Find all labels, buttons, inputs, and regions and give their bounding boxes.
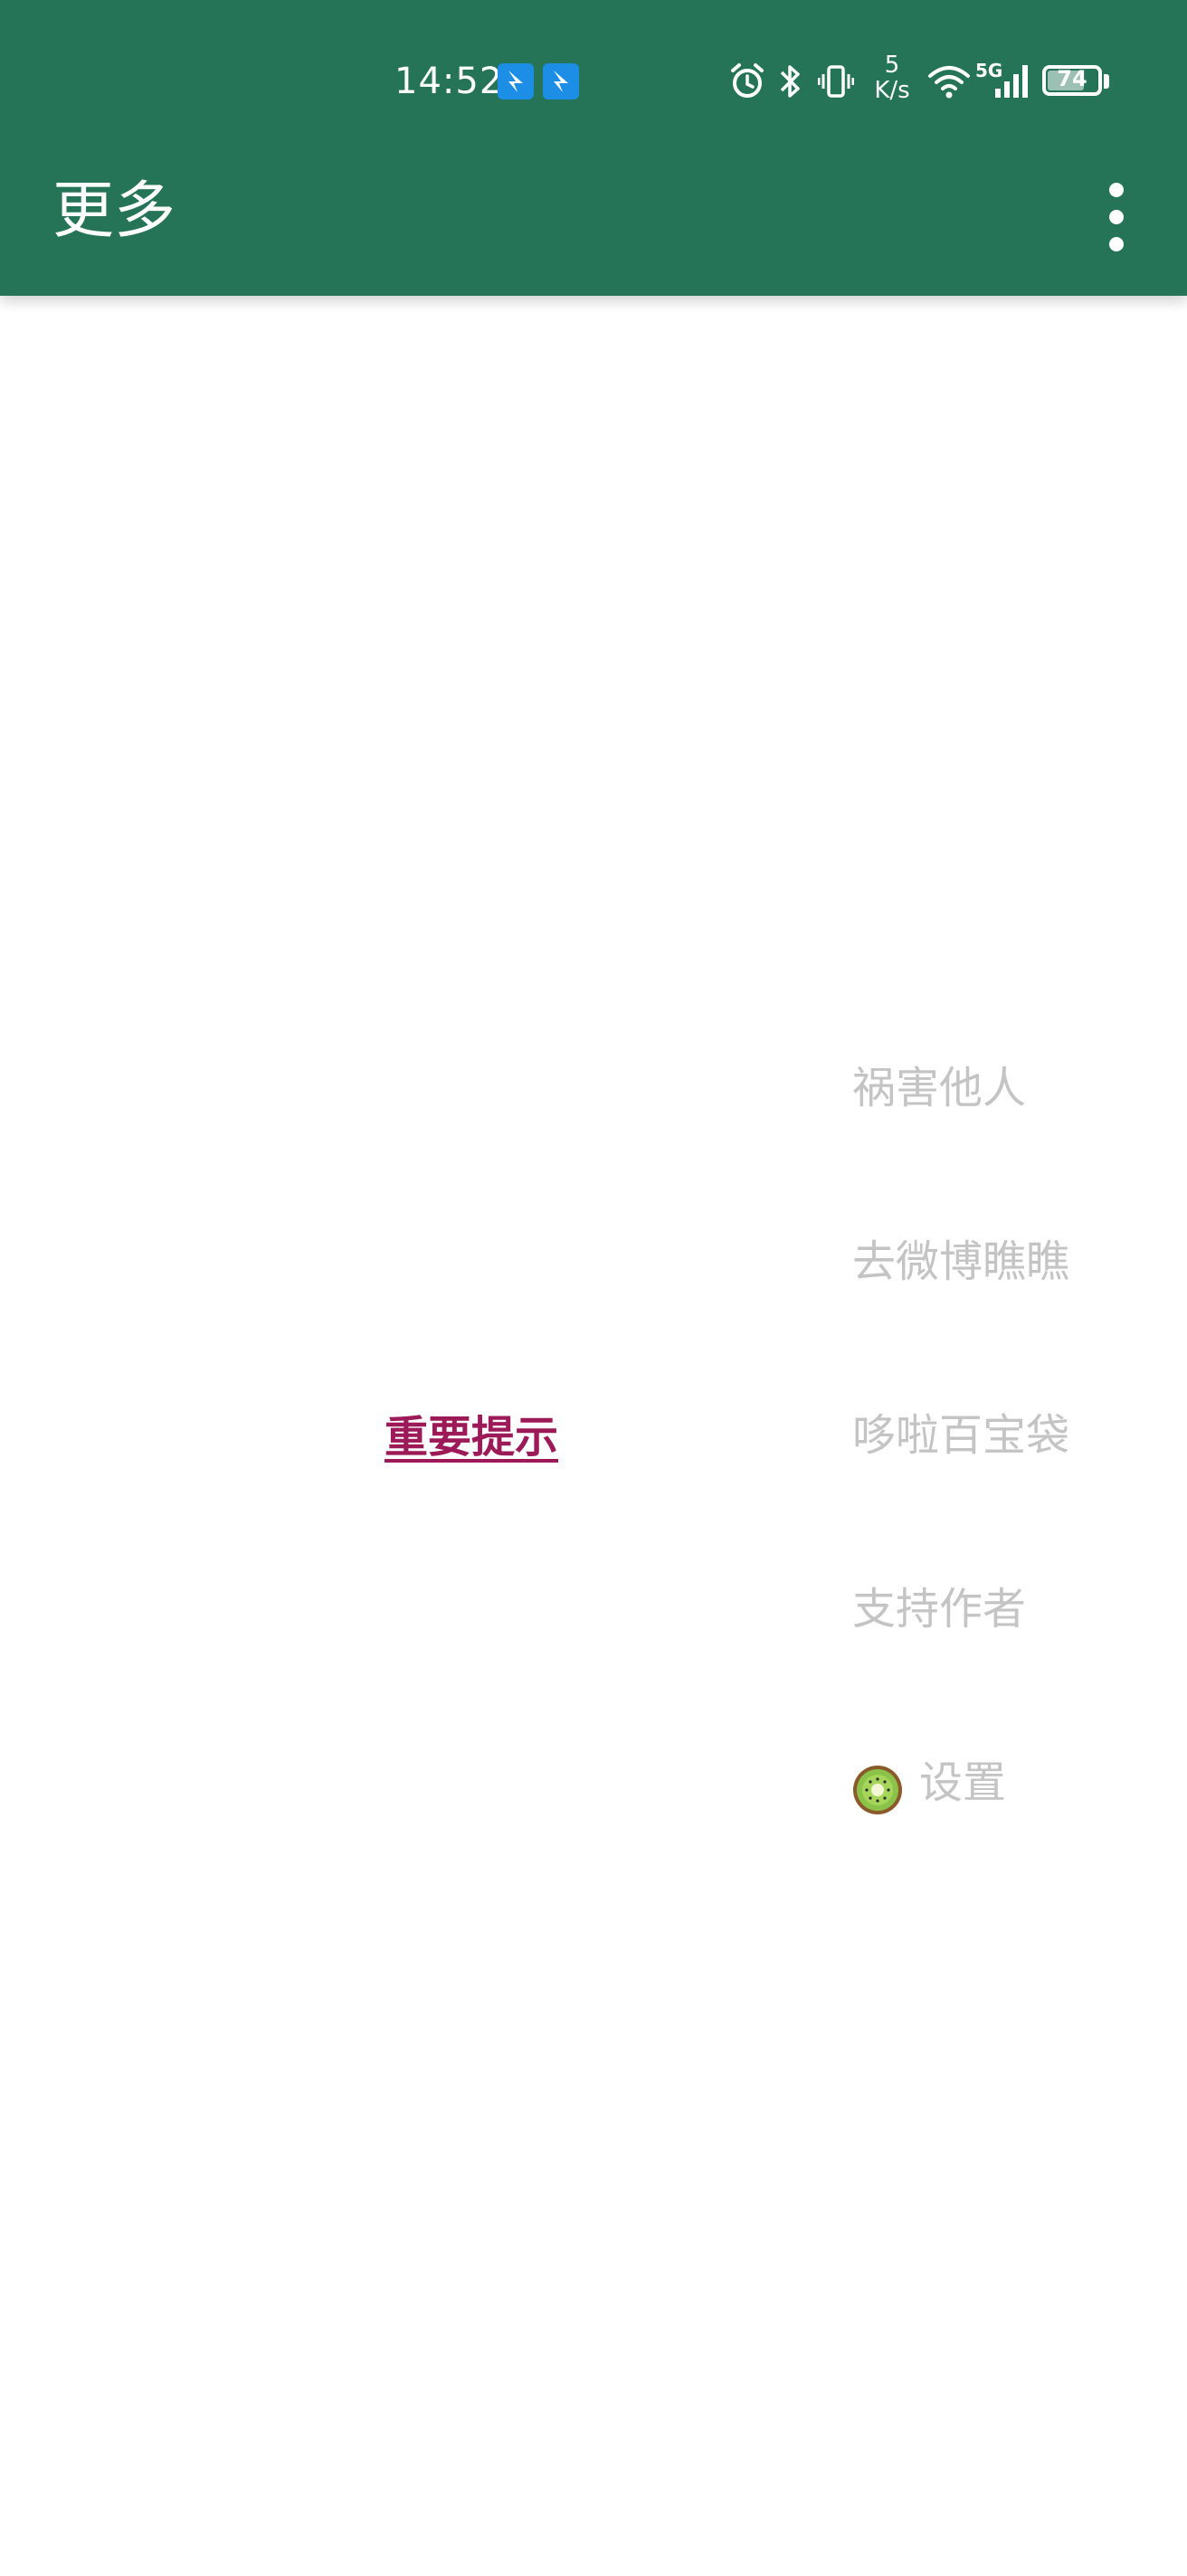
battery-nub bbox=[1104, 74, 1109, 89]
menu-item-doraemon-bag[interactable]: 哆啦百宝袋 bbox=[852, 1392, 1178, 1566]
more-vertical-icon bbox=[1109, 183, 1124, 197]
network-speed-value: 5 bbox=[884, 52, 900, 79]
more-menu: 祸害他人 去微博瞧瞧 哆啦百宝袋 支持作者 设置 bbox=[852, 1045, 1178, 1913]
more-vertical-icon bbox=[1109, 210, 1124, 224]
vibrate-icon bbox=[818, 62, 854, 101]
menu-item-harm-others[interactable]: 祸害他人 bbox=[852, 1045, 1178, 1218]
battery-icon: 74 bbox=[1042, 65, 1102, 96]
menu-item-label: 设置 bbox=[919, 1757, 1007, 1808]
bluetooth-icon bbox=[776, 62, 803, 101]
more-vertical-icon bbox=[1109, 237, 1124, 251]
menu-item-label: 去微博瞧瞧 bbox=[852, 1236, 1070, 1287]
menu-item-label: 支持作者 bbox=[852, 1584, 1027, 1634]
more-options-button[interactable] bbox=[1086, 172, 1149, 262]
network-speed-unit: K/s bbox=[874, 77, 910, 104]
menu-item-settings[interactable]: 设置 bbox=[852, 1739, 1178, 1913]
cellular-signal-icon bbox=[993, 62, 1031, 101]
important-notice-link[interactable]: 重要提示 bbox=[385, 1407, 558, 1467]
alarm-icon bbox=[729, 62, 765, 101]
menu-item-support-author[interactable]: 支持作者 bbox=[852, 1566, 1178, 1739]
page-title: 更多 bbox=[52, 175, 176, 247]
menu-item-weibo[interactable]: 去微博瞧瞧 bbox=[852, 1218, 1178, 1392]
app-bar: 更多 bbox=[0, 136, 1187, 296]
network-speed: 5 K/s bbox=[869, 52, 916, 103]
menu-item-label: 哆啦百宝袋 bbox=[852, 1410, 1070, 1461]
wifi-icon bbox=[926, 62, 972, 101]
top-bar: 14:52 5 K/s 5G 74 更多 bbox=[0, 0, 1187, 296]
status-bar: 14:52 5 K/s 5G 74 bbox=[0, 0, 1187, 136]
notification-app-icon bbox=[543, 63, 579, 99]
status-time: 14:52 bbox=[394, 61, 504, 102]
battery-level: 74 bbox=[1057, 66, 1087, 91]
notification-app-icon bbox=[498, 63, 534, 99]
kiwi-icon bbox=[852, 1757, 903, 1814]
menu-item-label: 祸害他人 bbox=[852, 1063, 1027, 1113]
